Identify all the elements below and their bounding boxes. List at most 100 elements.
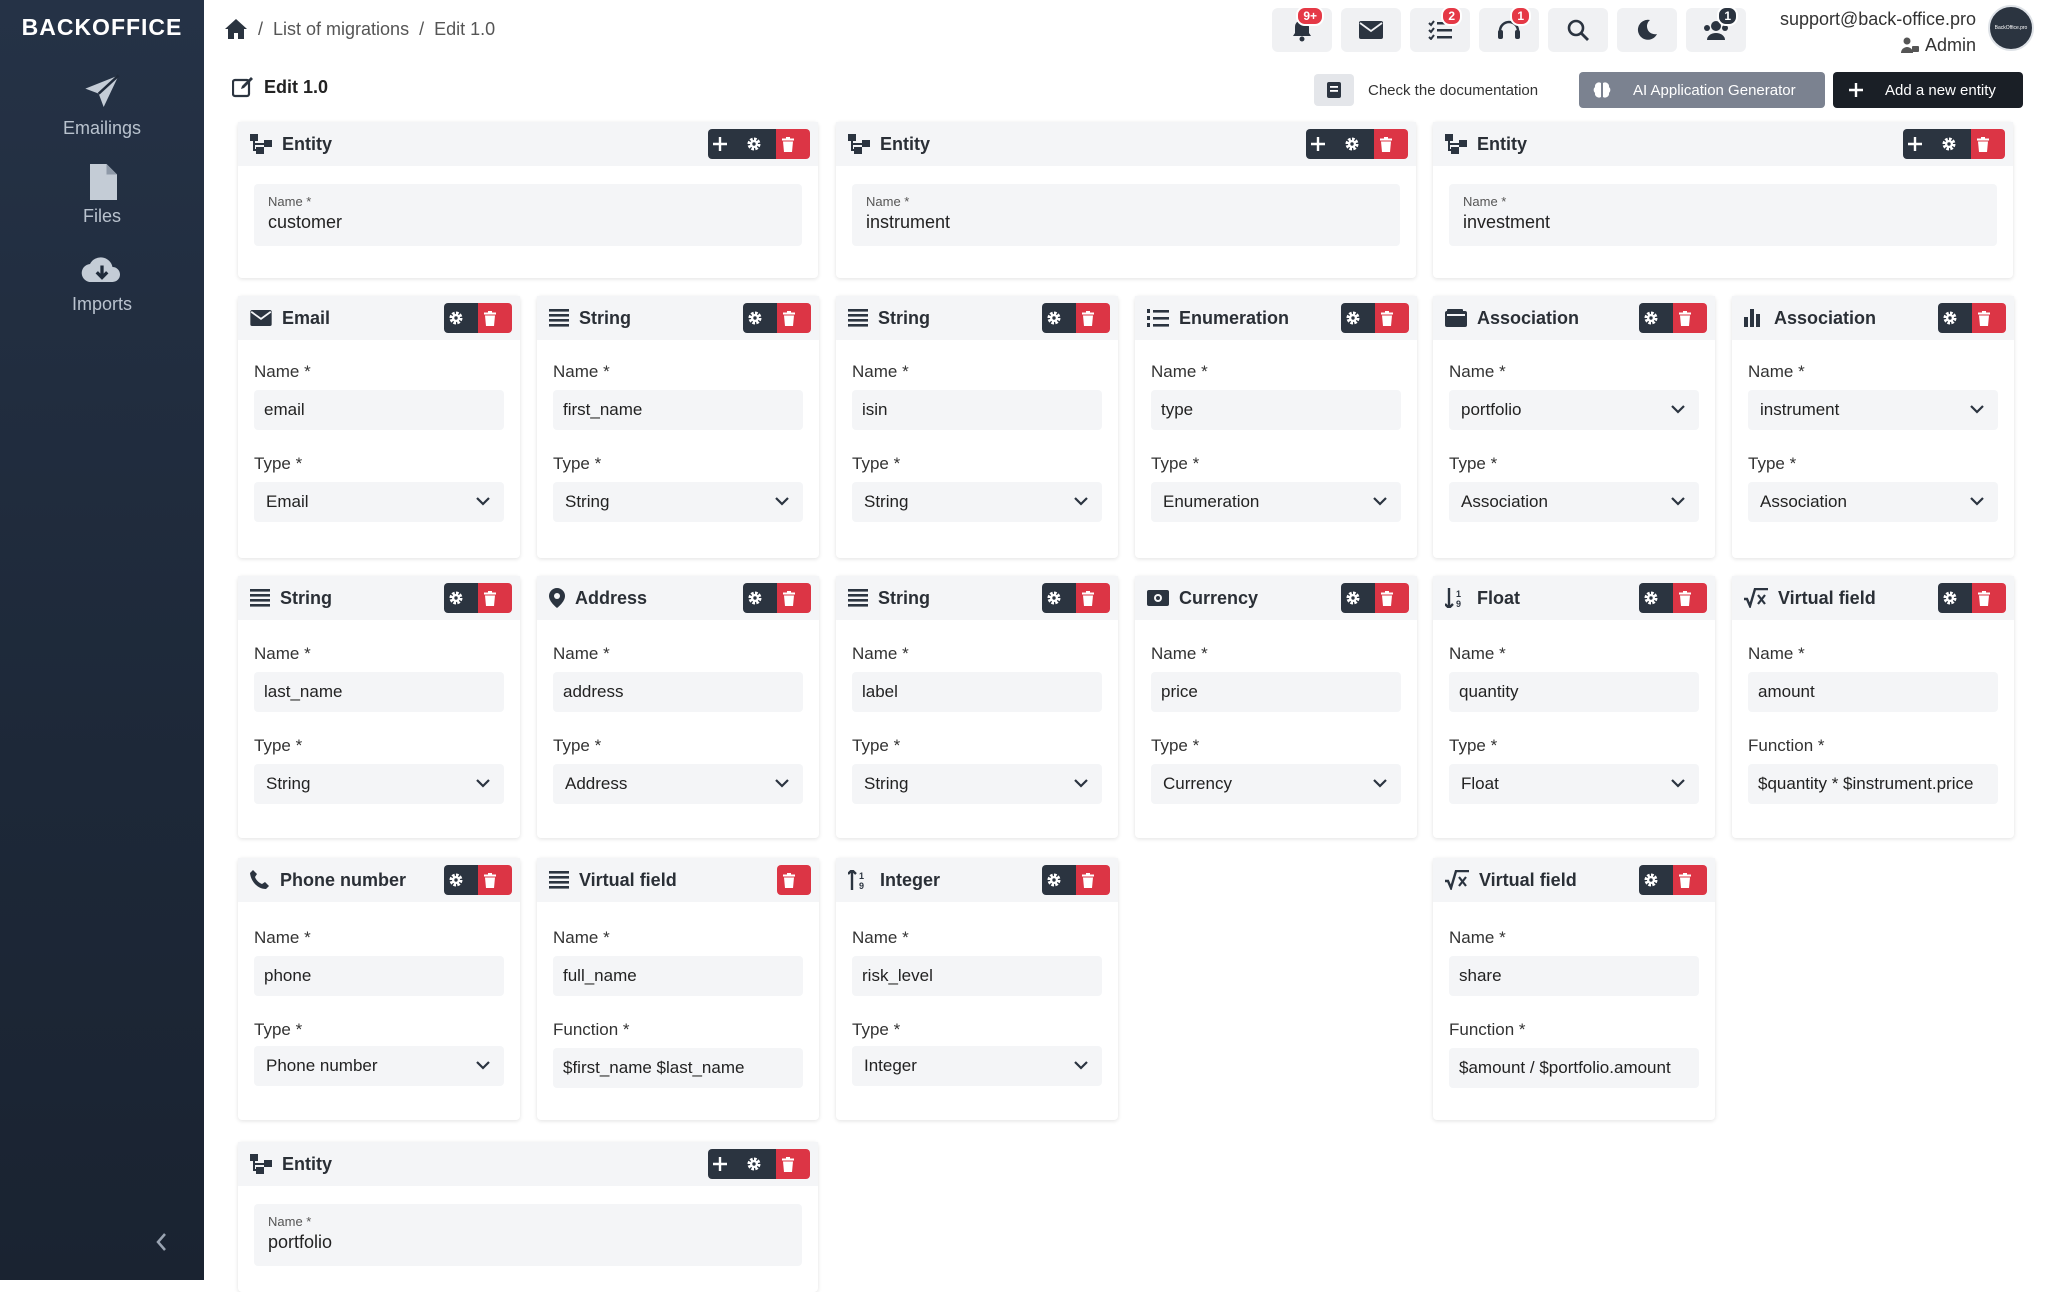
type-select[interactable]: Association (1449, 482, 1699, 522)
delete-button[interactable] (1076, 583, 1110, 613)
type-select[interactable]: Enumeration (1151, 482, 1401, 522)
brand-logo[interactable]: BACKOFFICE (0, 14, 204, 41)
name-input[interactable]: price (1151, 672, 1401, 712)
settings-button[interactable] (1341, 303, 1375, 333)
settings-button[interactable] (1639, 583, 1673, 613)
delete-button[interactable] (1673, 865, 1707, 895)
type-select[interactable]: String (254, 764, 504, 804)
field-card: Email Name * email Type * Email (238, 296, 520, 558)
settings-button[interactable] (1639, 865, 1673, 895)
settings-button[interactable] (1042, 865, 1076, 895)
settings-button[interactable] (742, 1149, 776, 1179)
notifications-button[interactable]: 9+ (1272, 8, 1332, 52)
delete-button[interactable] (1076, 865, 1110, 895)
name-input[interactable]: share (1449, 956, 1699, 996)
delete-button[interactable] (1375, 583, 1409, 613)
name-input[interactable]: email (254, 390, 504, 430)
entity-name-field[interactable]: Name * investment (1449, 184, 1997, 246)
type-select[interactable]: Email (254, 482, 504, 522)
name-select[interactable]: portfolio (1449, 390, 1699, 430)
settings-button[interactable] (1639, 303, 1673, 333)
name-input[interactable]: last_name (254, 672, 504, 712)
collapse-sidebar-icon[interactable] (152, 1230, 172, 1254)
name-input[interactable]: isin (852, 390, 1102, 430)
name-select[interactable]: instrument (1748, 390, 1998, 430)
delete-button[interactable] (777, 865, 811, 895)
messages-button[interactable] (1341, 8, 1401, 52)
settings-button[interactable] (1341, 583, 1375, 613)
delete-button[interactable] (1375, 303, 1409, 333)
avatar[interactable]: BackOffice.pro (1988, 5, 2034, 51)
settings-button[interactable] (742, 129, 776, 159)
delete-button[interactable] (478, 583, 512, 613)
delete-button[interactable] (776, 129, 810, 159)
settings-button[interactable] (1340, 129, 1374, 159)
home-icon[interactable] (224, 18, 248, 40)
add-new-entity-button[interactable]: Add a new entity (1833, 72, 2023, 108)
settings-button[interactable] (743, 303, 777, 333)
delete-button[interactable] (777, 583, 811, 613)
function-input[interactable]: $quantity * $instrument.price (1748, 764, 1998, 804)
ai-application-generator-button[interactable]: AI Application Generator (1579, 72, 1825, 108)
type-select[interactable]: Phone number (254, 1046, 504, 1086)
search-button[interactable] (1548, 8, 1608, 52)
type-select[interactable]: String (553, 482, 803, 522)
name-input[interactable]: phone (254, 956, 504, 996)
settings-button[interactable] (444, 865, 478, 895)
delete-button[interactable] (1673, 303, 1707, 333)
name-input[interactable]: quantity (1449, 672, 1699, 712)
settings-button[interactable] (444, 303, 478, 333)
support-button[interactable]: 1 (1479, 8, 1539, 52)
type-select[interactable]: Association (1748, 482, 1998, 522)
sidebar-item-emailings[interactable]: Emailings (0, 72, 204, 139)
user-info[interactable]: support@back-office.pro Admin (1780, 6, 1976, 58)
settings-button[interactable] (1042, 583, 1076, 613)
settings-button[interactable] (1938, 583, 1972, 613)
settings-button[interactable] (743, 583, 777, 613)
type-select[interactable]: Address (553, 764, 803, 804)
name-input[interactable]: full_name (553, 956, 803, 996)
name-input[interactable]: first_name (553, 390, 803, 430)
name-input[interactable]: address (553, 672, 803, 712)
function-input[interactable]: $first_name $last_name (553, 1048, 803, 1088)
add-field-button[interactable] (1903, 129, 1937, 159)
delete-button[interactable] (478, 865, 512, 895)
entity-name-field[interactable]: Name * portfolio (254, 1204, 802, 1266)
name-input[interactable]: risk_level (852, 956, 1102, 996)
name-input[interactable]: label (852, 672, 1102, 712)
name-input[interactable]: type (1151, 390, 1401, 430)
delete-button[interactable] (1673, 583, 1707, 613)
users-button[interactable]: 1 (1686, 8, 1746, 52)
settings-button[interactable] (444, 583, 478, 613)
breadcrumb-link[interactable]: List of migrations (273, 19, 409, 40)
settings-button[interactable] (1042, 303, 1076, 333)
settings-button[interactable] (1937, 129, 1971, 159)
delete-button[interactable] (1971, 129, 2005, 159)
tasks-button[interactable]: 2 (1410, 8, 1470, 52)
card-header: Phone number (238, 858, 520, 902)
delete-button[interactable] (1972, 583, 2006, 613)
dark-mode-toggle[interactable] (1617, 8, 1677, 52)
add-field-button[interactable] (1306, 129, 1340, 159)
sidebar-item-imports[interactable]: Imports (0, 252, 204, 315)
delete-button[interactable] (1374, 129, 1408, 159)
type-select[interactable]: Integer (852, 1046, 1102, 1086)
add-field-button[interactable] (708, 129, 742, 159)
check-documentation-button[interactable]: Check the documentation (1314, 72, 1566, 108)
delete-button[interactable] (478, 303, 512, 333)
delete-button[interactable] (1972, 303, 2006, 333)
delete-button[interactable] (1076, 303, 1110, 333)
type-select[interactable]: String (852, 482, 1102, 522)
function-input[interactable]: $amount / $portfolio.amount (1449, 1048, 1699, 1088)
add-field-button[interactable] (708, 1149, 742, 1179)
entity-name-field[interactable]: Name * customer (254, 184, 802, 246)
type-select[interactable]: String (852, 764, 1102, 804)
delete-button[interactable] (776, 1149, 810, 1179)
type-select[interactable]: Float (1449, 764, 1699, 804)
sidebar-item-files[interactable]: Files (0, 164, 204, 227)
type-select[interactable]: Currency (1151, 764, 1401, 804)
name-input[interactable]: amount (1748, 672, 1998, 712)
delete-button[interactable] (777, 303, 811, 333)
settings-button[interactable] (1938, 303, 1972, 333)
entity-name-field[interactable]: Name * instrument (852, 184, 1400, 246)
